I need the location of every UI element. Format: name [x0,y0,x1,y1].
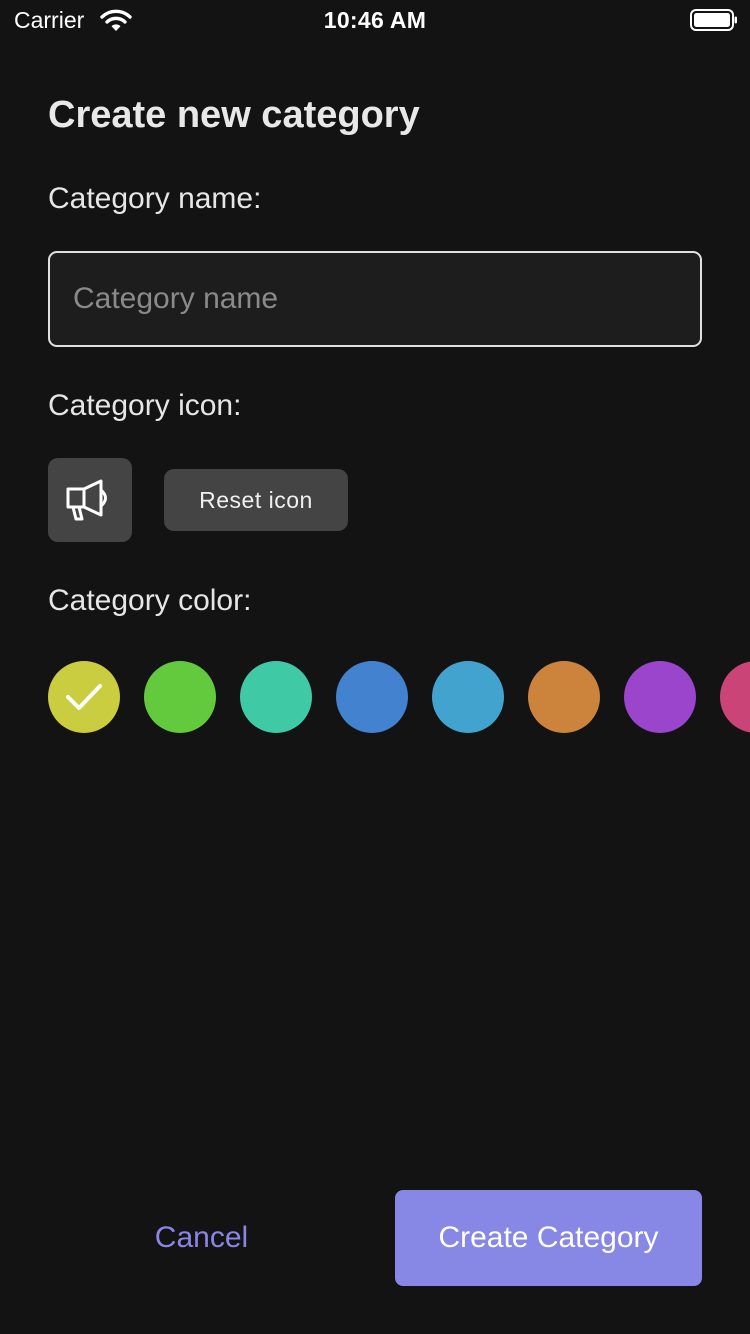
create-category-button[interactable]: Create Category [395,1190,702,1286]
color-swatch[interactable] [240,661,312,733]
color-swatch-selected[interactable] [48,661,120,733]
category-color-label: Category color: [48,584,252,617]
checkmark-icon [66,684,102,710]
color-swatch[interactable] [528,661,600,733]
category-name-label: Category name: [48,182,262,215]
color-swatch[interactable] [144,661,216,733]
page-title: Create new category [48,94,420,136]
color-swatch[interactable] [432,661,504,733]
color-swatch[interactable] [336,661,408,733]
category-icon-label: Category icon: [48,389,242,422]
reset-icon-button[interactable]: Reset icon [164,469,348,531]
megaphone-icon [66,479,107,521]
battery-icon [690,9,737,31]
category-name-input[interactable] [48,251,702,347]
color-swatch-row [48,661,750,733]
color-swatch[interactable] [624,661,696,733]
create-category-screen: Carrier 10:46 AM Create new category Cat… [0,0,750,1334]
status-bar: Carrier 10:46 AM [0,0,750,40]
category-icon-picker[interactable] [48,458,132,542]
status-time: 10:46 AM [323,7,427,33]
color-swatch[interactable] [720,661,750,733]
cancel-button[interactable]: Cancel [48,1190,355,1286]
